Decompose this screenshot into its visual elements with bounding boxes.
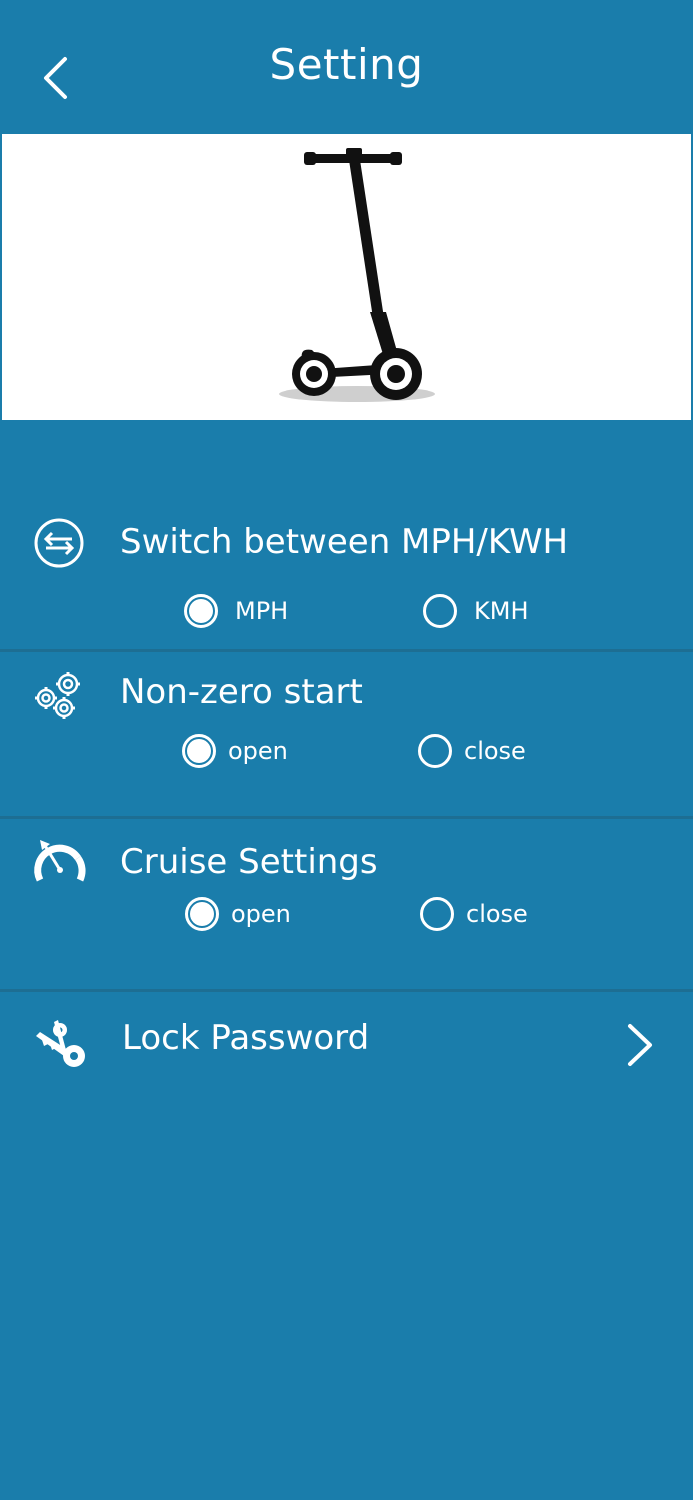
radio-unselected-icon — [423, 594, 457, 628]
scooter-image-panel — [2, 134, 691, 420]
radio-kmh[interactable]: KMH — [423, 594, 529, 628]
speedometer-icon — [32, 836, 86, 890]
header-bar: Setting — [0, 0, 693, 133]
radio-unselected-icon — [420, 897, 454, 931]
radio-selected-icon — [185, 897, 219, 931]
cruise-title: Cruise Settings — [120, 842, 378, 882]
page-title: Setting — [269, 40, 424, 89]
divider — [0, 649, 693, 652]
radio-unselected-icon — [418, 734, 452, 768]
radio-cruise-open-label: open — [231, 900, 291, 928]
units-title: Switch between — [120, 522, 391, 562]
lock-password-title: Lock Password — [122, 1018, 370, 1058]
divider — [0, 816, 693, 819]
radio-cruise-open[interactable]: open — [185, 897, 291, 931]
radio-nonzero-open-label: open — [228, 737, 288, 765]
radio-nonzero-open[interactable]: open — [182, 734, 288, 768]
scooter-image — [279, 148, 435, 402]
switch-arrows-icon — [32, 516, 86, 570]
keys-icon — [32, 1016, 86, 1070]
radio-nonzero-close-label: close — [464, 737, 526, 765]
nonzero-title: Non-zero start — [120, 672, 363, 712]
radio-cruise-close[interactable]: close — [420, 897, 528, 931]
radio-cruise-close-label: close — [466, 900, 528, 928]
gears-icon — [32, 668, 86, 722]
units-title-right: MPH/KWH — [401, 522, 569, 562]
divider — [0, 989, 693, 992]
radio-nonzero-close[interactable]: close — [418, 734, 526, 768]
radio-mph[interactable]: MPH — [184, 594, 288, 628]
radio-mph-label: MPH — [235, 597, 289, 625]
radio-selected-icon — [184, 594, 218, 628]
chevron-right-icon[interactable] — [622, 1022, 658, 1068]
radio-kmh-label: KMH — [474, 597, 529, 625]
radio-selected-icon — [182, 734, 216, 768]
